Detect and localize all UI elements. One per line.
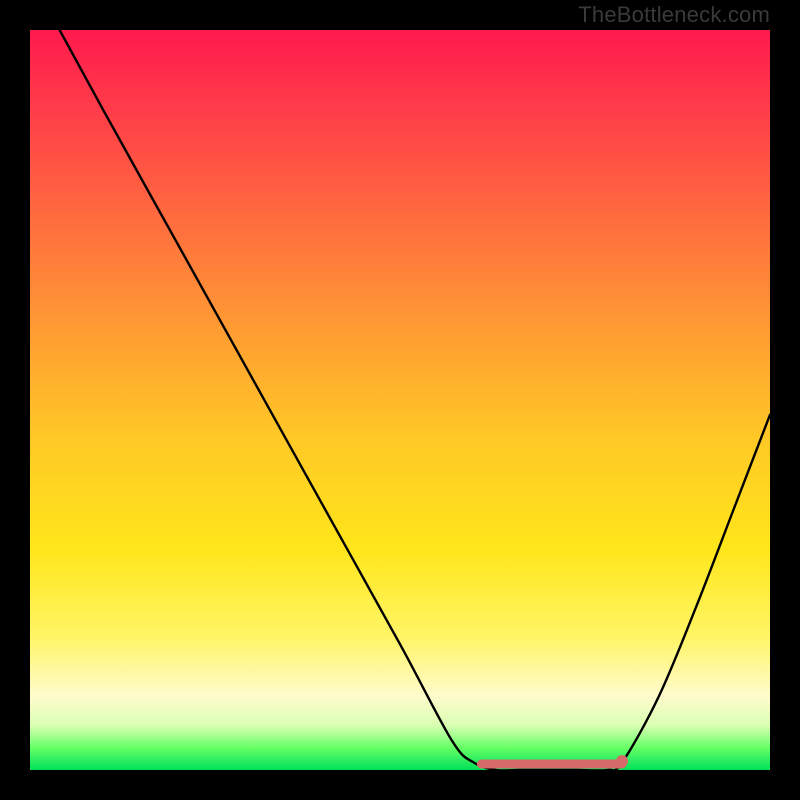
chart-frame: TheBottleneck.com [0,0,800,800]
bottleneck-curve [60,30,770,771]
watermark-text: TheBottleneck.com [578,2,770,28]
bottleneck-curve-svg [30,30,770,770]
optimal-marker-dot [616,755,628,767]
plot-area [30,30,770,770]
